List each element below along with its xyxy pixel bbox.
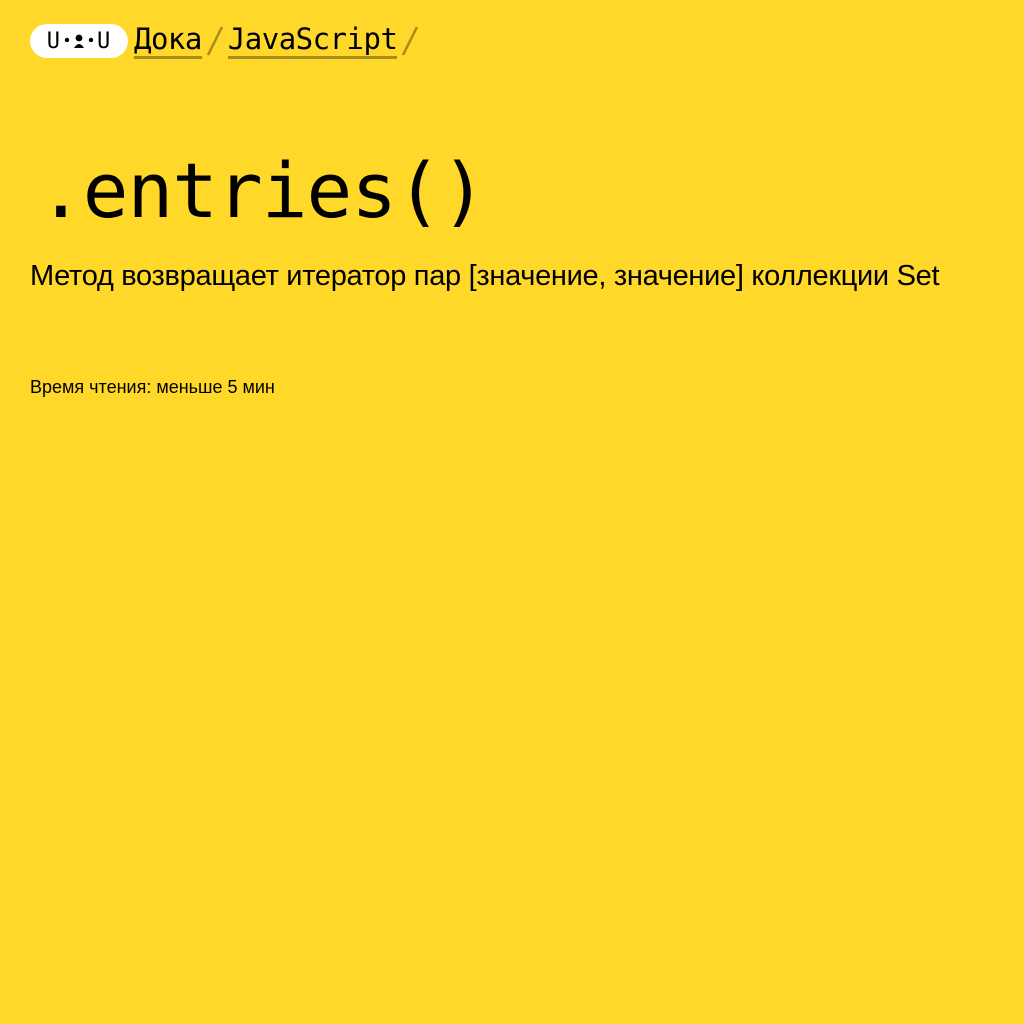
- reading-time: Время чтения: меньше 5 мин: [30, 377, 275, 397]
- page-title: .entries(): [38, 146, 487, 235]
- doka-logo-link[interactable]: U U: [30, 24, 128, 58]
- slash-separator-icon: [397, 22, 423, 56]
- slash-separator-icon: [202, 22, 228, 56]
- doka-face-logo-icon: U U: [47, 29, 112, 54]
- logo-face-icon: [64, 34, 94, 48]
- site-header: U U Дока JavaScript: [30, 22, 423, 62]
- breadcrumb-link-doka[interactable]: Дока: [134, 22, 202, 59]
- logo-left-letter: U: [46, 28, 61, 54]
- breadcrumb-link-javascript[interactable]: JavaScript: [227, 22, 398, 59]
- breadcrumb: Дока JavaScript: [134, 22, 423, 59]
- article-description: Метод возвращает итератор пар [значение,…: [30, 260, 940, 292]
- logo-right-letter: U: [97, 28, 112, 54]
